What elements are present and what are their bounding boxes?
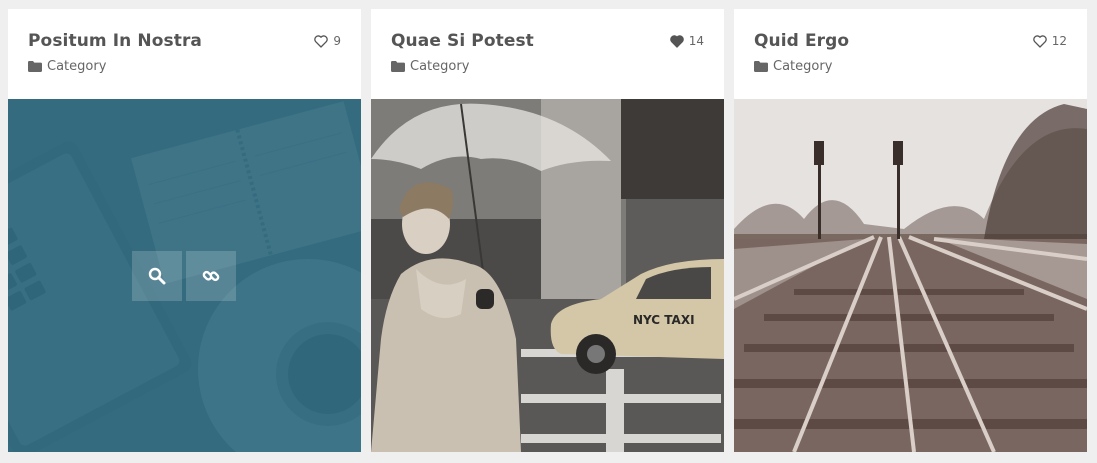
folder-icon [754,61,768,72]
like-button[interactable]: 9 [314,34,341,48]
folder-icon [391,61,405,72]
card-category-link[interactable]: Category [28,59,106,74]
link-button[interactable] [186,251,236,301]
like-count: 9 [333,34,341,48]
heart-outline-icon [314,34,329,48]
category-label: Category [47,59,107,74]
category-label: Category [410,59,470,74]
card-title[interactable]: Quid Ergo [754,31,849,51]
like-count: 14 [688,34,704,48]
card-title[interactable]: Positum In Nostra [28,31,202,51]
card-title[interactable]: Quae Si Potest [391,31,534,51]
railway-tracks-photo [734,99,1087,452]
link-icon [202,270,220,282]
card-image[interactable] [734,99,1087,452]
like-button[interactable]: 14 [669,34,704,48]
card-header: Quae Si Potest Category 14 [371,9,724,99]
search-icon [148,267,166,285]
overlay-buttons [132,251,236,301]
heart-filled-icon [669,34,684,48]
card-header: Quid Ergo Category 12 [734,9,1087,99]
portfolio-card: Quae Si Potest Category 14 NYC TAXI [371,9,724,452]
card-category-link[interactable]: Category [391,59,469,74]
svg-text:NYC TAXI: NYC TAXI [633,313,695,327]
heart-outline-icon [1032,34,1047,48]
card-image[interactable] [8,99,361,452]
category-label: Category [773,59,833,74]
portfolio-card: Positum In Nostra Category 9 [8,9,361,452]
card-header: Positum In Nostra Category 9 [8,9,361,99]
like-button[interactable]: 12 [1032,34,1067,48]
like-count: 12 [1051,34,1067,48]
portfolio-card: Quid Ergo Category 12 [734,9,1087,452]
card-image[interactable]: NYC TAXI [371,99,724,452]
folder-icon [28,61,42,72]
zoom-button[interactable] [132,251,182,301]
card-category-link[interactable]: Category [754,59,832,74]
umbrella-street-photo: NYC TAXI [371,99,724,452]
